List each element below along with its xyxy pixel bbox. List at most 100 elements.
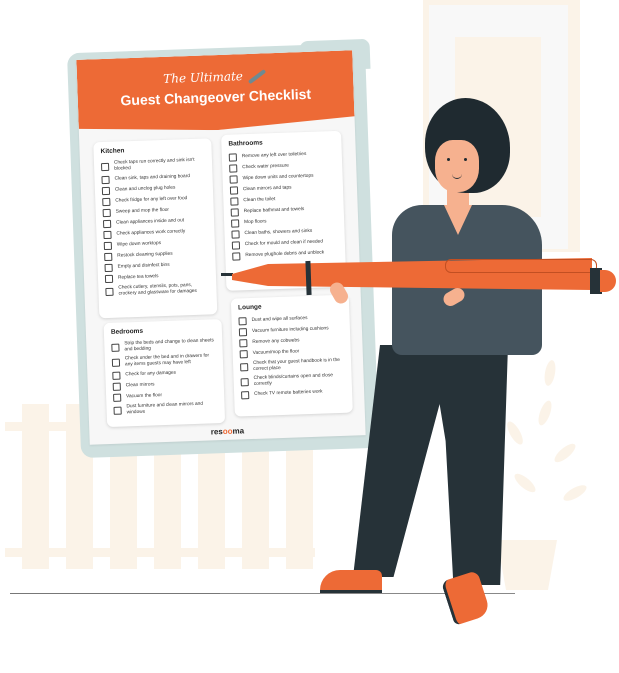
checkbox[interactable]	[112, 371, 121, 380]
checkbox[interactable]	[240, 363, 249, 372]
checkbox[interactable]	[112, 382, 121, 391]
checkbox[interactable]	[111, 358, 121, 367]
checklist-item[interactable]: Clean and unclog plug holes	[101, 183, 207, 196]
checkbox[interactable]	[239, 339, 248, 348]
checkbox[interactable]	[229, 164, 238, 173]
checklist-item[interactable]: Dust and wipe all surfaces	[238, 314, 343, 326]
checklist-item-label: Vacuum/mop the floor	[252, 349, 300, 356]
checklist-item[interactable]: Restock cleaning supplies	[104, 249, 209, 262]
checklist-item-label: Strip the beds and change to clean sheet…	[124, 338, 214, 353]
checklist-item-label: Replace tea towels	[117, 274, 159, 281]
checklist-item-label: Restock cleaning supplies	[117, 251, 173, 259]
checklist-item-label: Vacuum the floor	[126, 393, 163, 400]
checklist-item[interactable]: Strip the beds and change to clean sheet…	[111, 338, 216, 354]
section-bedrooms: Bedrooms Strip the beds and change to cl…	[103, 319, 226, 428]
checklist-item[interactable]: Dust furniture and clean mirrors and win…	[113, 401, 218, 417]
checkbox[interactable]	[229, 175, 238, 184]
checklist-item-label: Dust and wipe all surfaces	[251, 316, 308, 323]
checklist-item[interactable]: Replace bathmat and towels	[230, 205, 338, 217]
checklist-item[interactable]: Check for any damages	[112, 368, 217, 380]
checklist-item[interactable]: Check under the bed and in drawers for a…	[111, 353, 217, 369]
checkbox[interactable]	[101, 175, 110, 185]
checkbox[interactable]	[238, 328, 248, 337]
checklist-item[interactable]: Check blinds/curtains open and close cor…	[240, 373, 346, 389]
pen-clip	[445, 259, 597, 273]
title-small: The Ultimate	[162, 69, 244, 86]
section-lounge: Lounge Dust and wipe all surfaces Vacuum …	[230, 294, 353, 417]
checklist-item[interactable]: Check cutlery, utensils, pots, pans, cro…	[105, 282, 210, 298]
checkbox[interactable]	[228, 153, 238, 162]
checklist-item-label: Replace bathmat and towels	[243, 207, 305, 215]
checkbox[interactable]	[102, 197, 111, 207]
checklist-item[interactable]: Remove plughole debris and unblock	[232, 249, 339, 261]
checkbox[interactable]	[231, 241, 241, 250]
checklist-item[interactable]: Replace tea towels	[104, 271, 210, 284]
checklist-item[interactable]: Wipe down worktops	[103, 238, 209, 251]
checklist-item-label: Clean mirrors	[125, 382, 155, 389]
checkbox[interactable]	[113, 393, 122, 402]
checkbox[interactable]	[239, 350, 248, 359]
checkbox[interactable]	[230, 208, 239, 217]
section-heading: Kitchen	[100, 147, 125, 156]
checkbox[interactable]	[104, 274, 114, 284]
checkbox[interactable]	[113, 406, 122, 415]
checklist-item-label: Remove any left over toiletries	[241, 151, 307, 160]
checkbox[interactable]	[230, 197, 239, 206]
section-kitchen: Kitchen Check taps run correctly and sin…	[93, 138, 218, 319]
checklist-item[interactable]: Remove any cobwebs	[239, 336, 344, 348]
checkbox[interactable]	[103, 241, 113, 251]
checklist-item[interactable]: Wipe down units and countertops	[229, 172, 336, 184]
checkbox[interactable]	[229, 186, 239, 195]
pen-tip	[221, 273, 233, 276]
checklist-item[interactable]: Clean mirrors	[112, 379, 218, 391]
checklist-item[interactable]: Clean the toilet	[230, 194, 337, 206]
checkbox[interactable]	[100, 162, 110, 172]
checklist-item-label: Mop floors	[244, 219, 267, 226]
checkbox[interactable]	[238, 317, 247, 326]
page-title: Guest Changeover Checklist	[120, 85, 312, 109]
checklist-item[interactable]: Sweep and mop the floor	[102, 205, 208, 218]
pen-end	[600, 270, 616, 292]
checkbox[interactable]	[241, 391, 250, 400]
checkbox[interactable]	[231, 230, 240, 239]
checklist-item[interactable]: Mop floors	[231, 216, 338, 228]
checklist-item[interactable]: Check fridge for any left over food	[102, 194, 207, 207]
checklist-item[interactable]: Empty and disinfect bins	[104, 260, 210, 273]
checklist-item[interactable]: Check taps run correctly and sink isn't …	[100, 157, 206, 173]
checklist-item[interactable]: Remove any left over toiletries	[228, 150, 336, 162]
checklist-item[interactable]: Check TV remote batteries work	[241, 388, 346, 400]
checkbox[interactable]	[231, 219, 240, 228]
checklist-item[interactable]: Check appliances work correctly	[103, 227, 208, 240]
checklist-item[interactable]: Check for mould and clean if needed	[231, 238, 339, 250]
checklist-item-label: Check under the bed and in drawers for a…	[124, 353, 210, 368]
checklist-item[interactable]: Clean sink, taps and draining board	[101, 172, 206, 185]
checkbox[interactable]	[102, 219, 112, 229]
checklist-item-label: Remove plughole debris and unblock	[245, 250, 325, 259]
checklist-item-label: Clean mirrors and taps	[242, 185, 292, 193]
checklist-item-label: Vacuum furniture including cushions	[251, 326, 329, 334]
checklist-item[interactable]: Vacuum/mop the floor	[239, 347, 345, 359]
checkbox[interactable]	[102, 208, 111, 218]
checklist-item-label: Check that your guest handbook is in the…	[252, 357, 341, 372]
checkbox[interactable]	[104, 263, 113, 273]
checklist-item[interactable]: Clean baths, showers and sinks	[231, 227, 338, 239]
checklist-item[interactable]: Clean appliances inside and out	[102, 216, 208, 229]
checkbox[interactable]	[240, 378, 249, 387]
checklist-item[interactable]: Vacuum the floor	[113, 390, 218, 402]
checklist-item[interactable]: Vacuum furniture including cushions	[238, 325, 344, 337]
checklist-item[interactable]: Check water pressure	[229, 161, 336, 173]
face	[435, 140, 479, 192]
checkbox[interactable]	[104, 252, 113, 262]
checkbox[interactable]	[101, 186, 111, 196]
pen-icon	[248, 69, 266, 84]
checklist-item-label: Clean sink, taps and draining board	[114, 174, 191, 182]
checkbox[interactable]	[103, 230, 112, 240]
checklist-item-label: Check water pressure	[242, 163, 289, 171]
checklist-item[interactable]: Clean mirrors and taps	[229, 183, 337, 195]
checkbox[interactable]	[111, 343, 120, 352]
checklist-item[interactable]: Check that your guest handbook is in the…	[240, 358, 345, 374]
section-heading: Lounge	[237, 303, 262, 312]
checklist-item-label: Clean appliances inside and out	[115, 218, 185, 226]
checkbox[interactable]	[105, 287, 114, 297]
checkbox[interactable]	[232, 252, 241, 261]
